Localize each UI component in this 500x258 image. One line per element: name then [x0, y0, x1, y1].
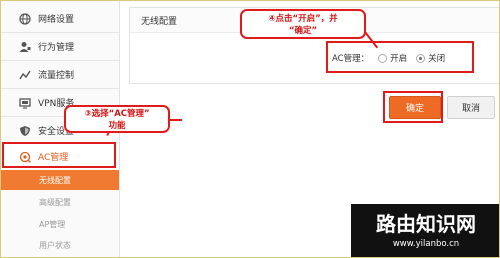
- subnav-item-wireless-config[interactable]: 无线配置: [1, 170, 119, 190]
- router-admin-frame: 网络设置 行为管理 流量控制 VPN服务 安全设置 AC管理 无线配置 高级配置…: [0, 0, 500, 258]
- sidebar-item-behavior[interactable]: 行为管理: [1, 33, 119, 61]
- highlight-ok-button: [383, 91, 443, 123]
- shield-icon: [18, 124, 32, 138]
- sidebar-item-label: 行为管理: [38, 43, 75, 53]
- callout-step4-line1: ④点击“开启”，并: [268, 14, 338, 24]
- sidebar-item-label: 网络设置: [38, 15, 75, 25]
- cancel-button[interactable]: 取消: [447, 96, 495, 119]
- sidebar-item-traffic[interactable]: 流量控制: [1, 61, 119, 89]
- panel-title: 无线配置: [141, 17, 178, 27]
- subnav-item-user-status[interactable]: 用户状态: [1, 235, 119, 255]
- watermark: 路由知识网 www.yilanbo.cn: [351, 204, 499, 257]
- highlight-ac-nav: [2, 142, 116, 168]
- watermark-title: 路由知识网: [376, 212, 476, 236]
- callout-step4: ④点击“开启”，并 “确定”: [240, 9, 366, 39]
- subnav-item-advanced-config[interactable]: 高级配置: [1, 192, 119, 212]
- monitor-icon: [18, 96, 32, 110]
- callout-step3-line1: ③选择“AC管理”: [84, 109, 150, 119]
- callout-pointer-step3: [170, 119, 182, 121]
- sidebar-item-network[interactable]: 网络设置: [1, 5, 119, 33]
- callout-step4-line2: “确定”: [288, 26, 318, 36]
- sidebar-item-label: 流量控制: [38, 71, 75, 81]
- chart-line-icon: [18, 68, 32, 82]
- subnav-item-ap-management[interactable]: AP管理: [1, 214, 119, 234]
- callout-step3-line2: 功能: [108, 121, 126, 131]
- user-icon: [18, 40, 32, 54]
- watermark-url: www.yilanbo.cn: [392, 239, 460, 249]
- highlight-ac-row: [326, 41, 474, 73]
- globe-icon: [18, 12, 32, 26]
- callout-step3: ③选择“AC管理” 功能: [64, 105, 170, 133]
